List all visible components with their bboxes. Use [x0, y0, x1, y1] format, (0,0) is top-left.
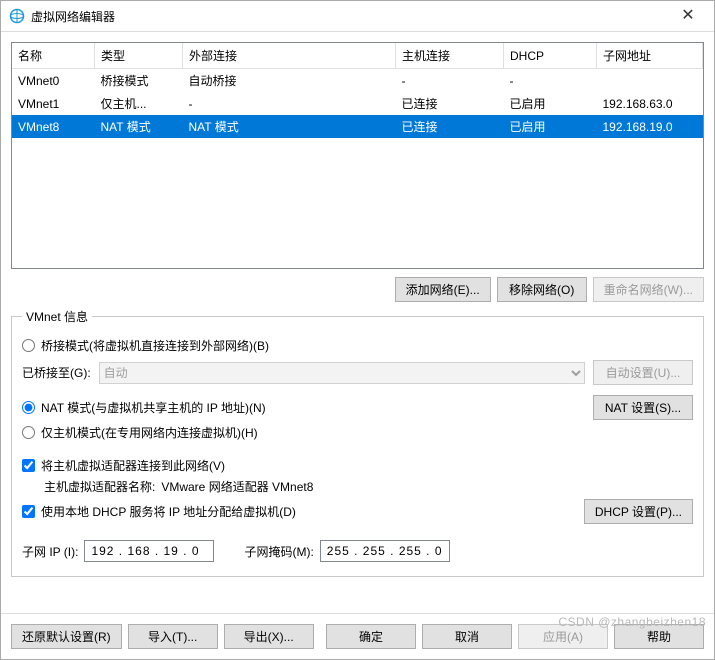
cancel-button[interactable]: 取消 [422, 624, 512, 649]
table-cell: NAT 模式 [95, 115, 183, 138]
auto-settings-button: 自动设置(U)... [593, 360, 693, 385]
network-table: 名称类型外部连接主机连接DHCP子网地址 VMnet0桥接模式自动桥接--VMn… [12, 43, 703, 138]
table-cell: NAT 模式 [183, 115, 396, 138]
list-empty-area [12, 138, 703, 268]
nat-mode-label: NAT 模式(与虚拟机共享主机的 IP 地址)(N) [41, 399, 266, 416]
column-header[interactable]: DHCP [504, 43, 597, 69]
apply-button: 应用(A) [518, 624, 608, 649]
bridge-to-label: 已桥接至(G): [22, 364, 91, 381]
add-network-button[interactable]: 添加网络(E)... [395, 277, 491, 302]
table-row[interactable]: VMnet0桥接模式自动桥接-- [12, 69, 703, 93]
close-icon[interactable]: ✕ [670, 8, 706, 24]
table-cell: 自动桥接 [183, 69, 396, 93]
table-cell: - [504, 69, 597, 93]
rename-network-button: 重命名网络(W)... [593, 277, 704, 302]
use-dhcp-label: 使用本地 DHCP 服务将 IP 地址分配给虚拟机(D) [41, 503, 296, 520]
dhcp-settings-button[interactable]: DHCP 设置(P)... [584, 499, 693, 524]
column-header[interactable]: 名称 [12, 43, 95, 69]
subnet-ip-label: 子网 IP (I): [22, 543, 78, 560]
export-button[interactable]: 导出(X)... [224, 624, 314, 649]
table-cell: VMnet1 [12, 92, 95, 115]
dialog-button-bar: 还原默认设置(R) 导入(T)... 导出(X)... 确定 取消 应用(A) … [1, 613, 714, 659]
import-button[interactable]: 导入(T)... [128, 624, 218, 649]
bridge-mode-label: 桥接模式(将虚拟机直接连接到外部网络)(B) [41, 337, 269, 354]
window-title: 虚拟网络编辑器 [31, 8, 670, 25]
table-cell: VMnet0 [12, 69, 95, 93]
table-cell: 已启用 [504, 115, 597, 138]
subnet-ip-input[interactable] [84, 540, 214, 562]
table-cell: 仅主机... [95, 92, 183, 115]
table-cell: VMnet8 [12, 115, 95, 138]
virtual-network-editor-window: 虚拟网络编辑器 ✕ 名称类型外部连接主机连接DHCP子网地址 VMnet0桥接模… [0, 0, 715, 660]
network-list[interactable]: 名称类型外部连接主机连接DHCP子网地址 VMnet0桥接模式自动桥接--VMn… [11, 42, 704, 269]
dialog-body: 名称类型外部连接主机连接DHCP子网地址 VMnet0桥接模式自动桥接--VMn… [1, 32, 714, 613]
table-cell: 192.168.63.0 [597, 92, 703, 115]
table-row[interactable]: VMnet8NAT 模式NAT 模式已连接已启用192.168.19.0 [12, 115, 703, 138]
nat-mode-radio[interactable] [22, 401, 35, 414]
help-button[interactable]: 帮助 [614, 624, 704, 649]
use-dhcp-checkbox[interactable] [22, 505, 35, 518]
host-adapter-name-value: VMware 网络适配器 VMnet8 [161, 478, 313, 495]
titlebar: 虚拟网络编辑器 ✕ [1, 1, 714, 32]
table-row[interactable]: VMnet1仅主机...-已连接已启用192.168.63.0 [12, 92, 703, 115]
vmnet-info-legend: VMnet 信息 [22, 308, 92, 325]
hostonly-mode-label: 仅主机模式(在专用网络内连接虚拟机)(H) [41, 424, 258, 441]
column-header[interactable]: 子网地址 [597, 43, 703, 69]
subnet-mask-input[interactable] [320, 540, 450, 562]
hostonly-mode-radio[interactable] [22, 426, 35, 439]
subnet-mask-label: 子网掩码(M): [244, 543, 313, 560]
app-icon [9, 8, 25, 24]
table-cell: 已连接 [396, 92, 504, 115]
connect-host-adapter-label: 将主机虚拟适配器连接到此网络(V) [41, 457, 225, 474]
host-adapter-name-label: 主机虚拟适配器名称: [44, 478, 155, 495]
table-cell: - [396, 69, 504, 93]
ok-button[interactable]: 确定 [326, 624, 416, 649]
table-cell: - [183, 92, 396, 115]
table-cell: 已连接 [396, 115, 504, 138]
remove-network-button[interactable]: 移除网络(O) [497, 277, 587, 302]
table-cell: 已启用 [504, 92, 597, 115]
restore-defaults-button[interactable]: 还原默认设置(R) [11, 624, 122, 649]
nat-settings-button[interactable]: NAT 设置(S)... [593, 395, 693, 420]
connect-host-adapter-checkbox[interactable] [22, 459, 35, 472]
column-header[interactable]: 类型 [95, 43, 183, 69]
column-header[interactable]: 外部连接 [183, 43, 396, 69]
bridge-mode-radio[interactable] [22, 339, 35, 352]
column-header[interactable]: 主机连接 [396, 43, 504, 69]
table-cell [597, 69, 703, 93]
table-cell: 桥接模式 [95, 69, 183, 93]
bridge-to-select: 自动 [99, 362, 585, 384]
table-cell: 192.168.19.0 [597, 115, 703, 138]
vmnet-info-group: VMnet 信息 桥接模式(将虚拟机直接连接到外部网络)(B) 已桥接至(G):… [11, 308, 704, 577]
